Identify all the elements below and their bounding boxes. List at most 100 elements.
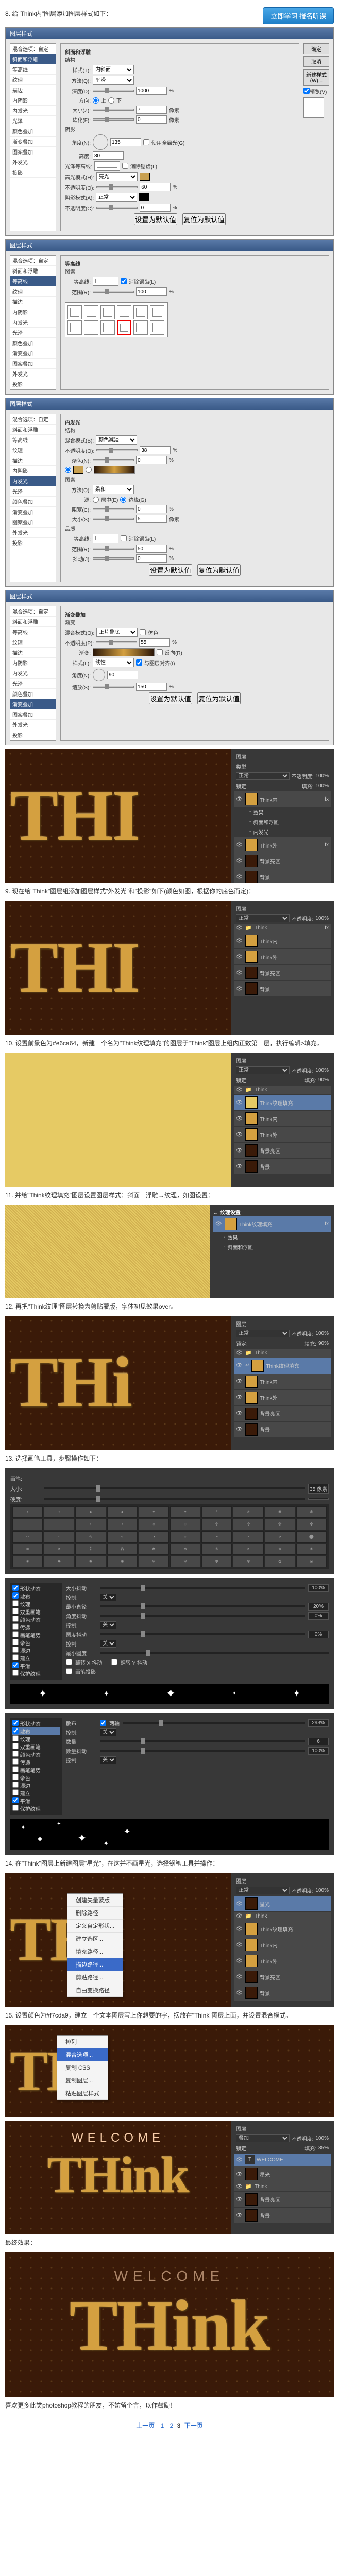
hmode-select[interactable]: 亮光 [96, 172, 138, 181]
fill-value[interactable]: 90% [318, 1341, 329, 1346]
list-item[interactable]: 颜色叠加 [10, 126, 56, 137]
list-item[interactable]: 投影 [10, 379, 56, 389]
hard-value[interactable] [308, 1498, 329, 1500]
eye-icon[interactable]: 👁 [236, 2157, 243, 2163]
brush-preset[interactable]: ○ [139, 1519, 169, 1530]
brush-preset[interactable]: · [44, 1519, 74, 1530]
context-menu[interactable]: 创建矢量蒙版 删除路径 定义自定形状... 建立选区... 填充路径... 描边… [67, 1893, 123, 1997]
jit-input[interactable] [136, 554, 167, 563]
layer-row[interactable]: 👁背景亮区 [234, 1406, 331, 1421]
eye-icon[interactable]: 👁 [236, 1132, 243, 1138]
reset-button[interactable]: 复位为默认值 [197, 564, 241, 576]
brush-preset[interactable]: ✷ [12, 1556, 43, 1567]
brush-preset[interactable]: ✴ [233, 1544, 263, 1555]
hcolor-swatch[interactable] [140, 173, 150, 181]
fx-badge[interactable]: fx [325, 925, 329, 931]
menu-item[interactable]: 建立选区... [67, 1933, 123, 1945]
brush-preset[interactable]: ◓ [201, 1531, 232, 1543]
minrnd-slider[interactable] [100, 1652, 329, 1654]
fx-badge[interactable]: fx [325, 842, 329, 848]
layer-row[interactable]: 👁Think纹理填充 [234, 1095, 331, 1110]
color-swatch[interactable] [73, 466, 83, 474]
layer-row[interactable]: 👁📁Think [234, 2182, 331, 2191]
angle-input[interactable] [110, 138, 141, 146]
list-item[interactable]: 内阴影 [10, 658, 56, 668]
menu-item[interactable]: 剪贴路径... [67, 1971, 123, 1984]
list-item[interactable]: 等高线 [10, 276, 56, 286]
both-check[interactable] [100, 1720, 106, 1726]
brush-preset[interactable]: ⁕ [44, 1544, 74, 1555]
brush-preset-grid[interactable]: ••●●✦✦*✳✺❋ ··••○◌✢✣✤✥ 〰≈∿◐◑◒◓◔◕⬤ ∗⁕⁑⁂✱✲✳… [10, 1504, 329, 1569]
brush-preset[interactable]: • [107, 1519, 138, 1530]
color-radio[interactable] [65, 467, 71, 473]
size-slider[interactable] [93, 518, 134, 520]
jit-slider[interactable] [93, 557, 134, 560]
layer-row[interactable]: 👁背景亮区 [234, 2192, 331, 2207]
option-item[interactable]: 颜色动态 [12, 1751, 60, 1758]
layer-row[interactable]: 👁📁Think [234, 1086, 331, 1094]
list-item[interactable]: 外发光 [10, 528, 56, 538]
layer-row[interactable]: 👁星光 [234, 2166, 331, 2182]
layer-row[interactable]: 👁📁Think [234, 1912, 331, 1921]
contour-preset[interactable] [84, 305, 98, 319]
list-item[interactable]: 内阴影 [10, 466, 56, 476]
list-item[interactable]: 描边 [10, 297, 56, 307]
brush-preset[interactable]: ∿ [75, 1531, 106, 1543]
style-list[interactable]: 混合选项：自定 斜面和浮雕 等高线 纹理 描边 内阴影 内发光 光泽 颜色叠加 … [10, 606, 56, 741]
brush-preset[interactable]: ✳ [201, 1544, 232, 1555]
fill-value[interactable]: 100% [315, 783, 329, 789]
eye-icon[interactable]: 👁 [236, 1164, 243, 1170]
list-item[interactable]: 光泽 [10, 328, 56, 338]
alt-input[interactable] [93, 151, 124, 160]
global-check[interactable] [143, 139, 149, 145]
eye-icon[interactable]: 👁 [236, 1363, 243, 1368]
brush-preset[interactable]: ◑ [139, 1531, 169, 1543]
fill-value[interactable]: 90% [318, 1077, 329, 1083]
style-select[interactable]: 线性 [93, 658, 134, 667]
eye-icon[interactable]: 👁 [236, 1116, 243, 1122]
list-item[interactable]: 纹理 [10, 445, 56, 455]
angle-dial[interactable] [93, 669, 105, 681]
layer-row[interactable]: 👁背景亮区 [234, 1143, 331, 1158]
next-link[interactable]: 下一页 [184, 2422, 203, 2429]
eye-icon[interactable]: 👁 [236, 842, 243, 848]
default-button[interactable]: 设置为默认值 [134, 213, 177, 225]
panel-tab[interactable]: 图层 [236, 1320, 246, 1328]
page-link[interactable]: 2 [170, 2422, 174, 2429]
brush-preset[interactable]: ❀ [296, 1556, 327, 1567]
layer-row[interactable]: 👁Think外 [234, 1953, 331, 1969]
list-item[interactable]: 等高线 [10, 64, 56, 75]
list-item[interactable]: 投影 [10, 730, 56, 740]
list-item[interactable]: 斜面和浮雕 [10, 54, 56, 64]
layer-row[interactable]: 👁背景 [234, 981, 331, 996]
list-item[interactable]: 内阴影 [10, 307, 56, 317]
fx-badge[interactable]: fx [325, 796, 329, 802]
panel-tab[interactable]: 图层 [236, 1877, 246, 1885]
brush-preset[interactable]: ✺ [107, 1556, 138, 1567]
list-item[interactable]: 等高线 [10, 435, 56, 445]
option-item[interactable]: 平滑 [12, 1662, 60, 1670]
contour-preset[interactable] [133, 320, 148, 335]
dir-up-radio[interactable] [93, 97, 99, 104]
eye-icon[interactable]: 👁 [236, 986, 243, 992]
eye-icon[interactable]: 👁 [236, 1974, 243, 1980]
page-link[interactable]: 1 [161, 2422, 164, 2429]
flipx-check[interactable] [66, 1659, 72, 1665]
depth-input[interactable] [136, 87, 167, 95]
brush-preset[interactable]: ✶ [296, 1544, 327, 1555]
brush-preset[interactable]: ⁂ [107, 1544, 138, 1555]
option-item[interactable]: 传递 [12, 1623, 60, 1631]
contour-popup[interactable] [65, 302, 168, 337]
depth-slider[interactable] [93, 90, 134, 92]
brush-preset[interactable]: ✱ [139, 1544, 169, 1555]
brush-preset[interactable]: ✺ [265, 1506, 295, 1518]
eye-icon[interactable]: 👁 [236, 1942, 243, 1948]
brush-preset[interactable]: ✵ [265, 1544, 295, 1555]
layer-row[interactable]: 👁📁Think [234, 1349, 331, 1358]
list-item[interactable]: 图案叠加 [10, 709, 56, 720]
brush-preset[interactable]: ✤ [265, 1519, 295, 1530]
panel-tab[interactable]: 图层 [236, 2125, 246, 2132]
menu-item[interactable]: 混合选项... [57, 2048, 108, 2061]
option-item[interactable]: 双重画笔 [12, 1608, 60, 1616]
menu-item[interactable]: 定义自定形状... [67, 1920, 123, 1933]
